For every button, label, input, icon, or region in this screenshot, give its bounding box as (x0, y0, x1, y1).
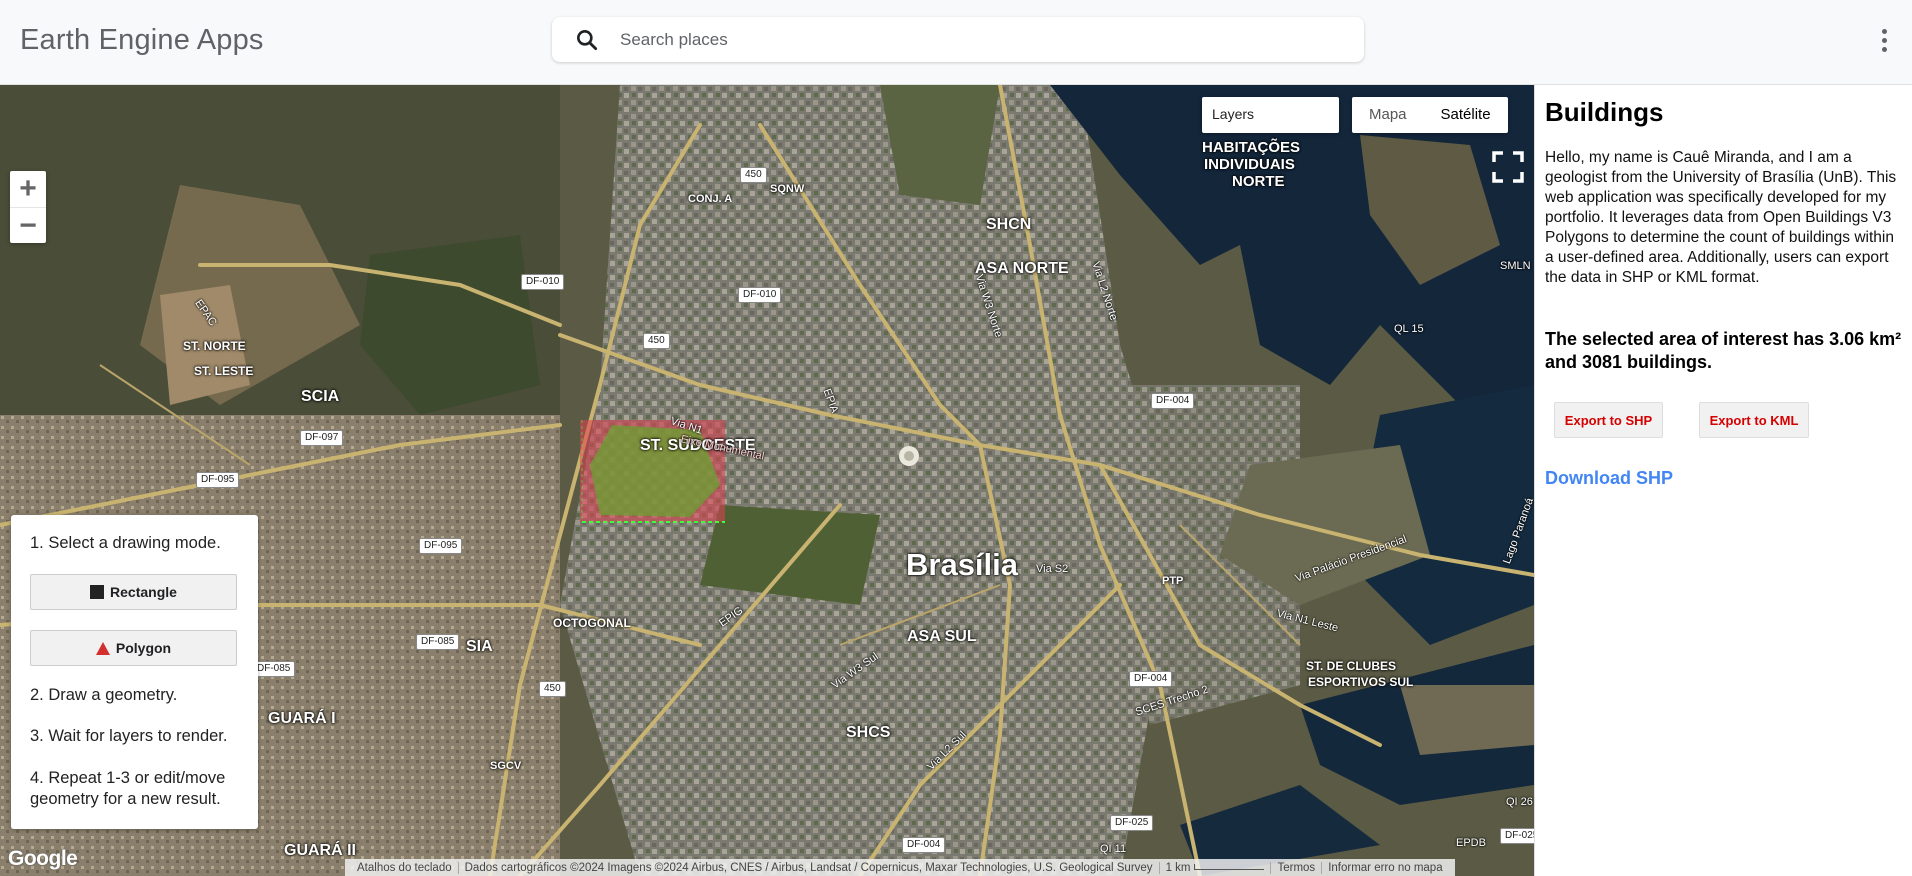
map-label-st-clubes-1: ST. DE CLUBES (1306, 659, 1397, 673)
map-type-control: Mapa Satélite (1352, 97, 1508, 133)
road-label-via-s2: Via S2 (1036, 563, 1069, 575)
map-data-attribution: Dados cartográficos ©2024 Imagens ©2024 … (459, 861, 1160, 874)
search-input[interactable] (620, 23, 1340, 56)
road-shield: DF-097 (300, 430, 344, 446)
polygon-mode-button[interactable]: Polygon (30, 630, 237, 666)
map-label-scia: SCIA (301, 388, 340, 405)
map-type-map-button[interactable]: Mapa (1352, 97, 1424, 133)
map-canvas[interactable]: Brasília ASA NORTE ASA SUL SHCN SHCS ST.… (0, 85, 1534, 876)
map-label-habitacoes-3: NORTE (1232, 173, 1285, 190)
map-label-habitacoes-2: INDIVIDUAIS (1204, 156, 1295, 173)
report-error-link[interactable]: Informar erro no mapa (1322, 862, 1448, 874)
map-label-sia: SIA (466, 638, 493, 655)
layers-dropdown[interactable]: Layers (1202, 97, 1339, 133)
map-label-ptp: PTP (1162, 575, 1184, 587)
map-label-habitacoes-1: HABITAÇÕES (1202, 139, 1301, 156)
search-box[interactable] (552, 17, 1364, 62)
app-header: Earth Engine Apps (0, 0, 1912, 85)
map-label-conj-a: CONJ. A (688, 193, 733, 205)
road-shield: DF-004 (902, 837, 946, 853)
road-shield: DF-025 (1110, 815, 1154, 831)
map-label-shcn: SHCN (986, 216, 1032, 233)
rectangle-mode-button[interactable]: Rectangle (30, 574, 237, 610)
road-shield: DF-085 (416, 634, 460, 650)
zoom-out-button[interactable]: − (10, 207, 46, 243)
fullscreen-icon[interactable] (1488, 147, 1528, 187)
map-label-st-clubes-2: ESPORTIVOS SUL (1308, 675, 1414, 689)
map-label-st-leste: ST. LESTE (194, 364, 254, 378)
road-shield: DF-095 (419, 538, 463, 554)
map-label-st-norte: ST. NORTE (183, 339, 246, 353)
map-label-guara-i: GUARÁ I (268, 710, 336, 727)
search-icon[interactable] (574, 27, 600, 53)
drawing-instructions-panel: 1. Select a drawing mode. Rectangle Poly… (11, 515, 258, 829)
export-shp-button[interactable]: Export to SHP (1554, 402, 1663, 438)
map-label-asa-sul: ASA SUL (907, 628, 977, 645)
map-label-brasilia: Brasília (906, 547, 1019, 582)
scale-bar[interactable]: 1 km (1160, 861, 1272, 874)
result-summary: The selected area of interest has 3.06 k… (1545, 329, 1902, 372)
map-label-asa-norte: ASA NORTE (975, 260, 1069, 277)
map-label-shcs: SHCS (846, 724, 891, 741)
zoom-in-button[interactable]: + (10, 171, 46, 207)
map-label-ql15: QL 15 (1394, 323, 1424, 335)
export-kml-button[interactable]: Export to KML (1699, 402, 1809, 438)
app-title: Earth Engine Apps (20, 24, 264, 56)
panel-description: Hello, my name is Cauê Miranda, and I am… (1545, 149, 1897, 286)
panel-title: Buildings (1545, 97, 1664, 127)
instruction-step-1: 1. Select a drawing mode. (30, 534, 221, 552)
more-options-icon[interactable] (1872, 26, 1896, 56)
road-shield: DF-010 (521, 274, 565, 290)
rectangle-button-label: Rectangle (110, 584, 177, 600)
download-shp-link[interactable]: Download SHP (1545, 468, 1673, 489)
map-label-qi11: QI 11 (1100, 843, 1127, 855)
road-shield: DF-085 (252, 661, 296, 677)
road-shield: DF-004 (1129, 671, 1173, 687)
google-logo: Google (8, 847, 78, 870)
scale-label: 1 km (1165, 861, 1191, 874)
road-shield: 450 (740, 167, 767, 183)
polygon-button-label: Polygon (115, 640, 172, 656)
terms-link[interactable]: Termos (1271, 861, 1323, 874)
map-label-smln: SMLN (1500, 260, 1531, 272)
instruction-step-2: 2. Draw a geometry. (30, 686, 178, 704)
map-label-epdb: EPDB (1456, 837, 1486, 849)
zoom-control: + − (10, 171, 46, 243)
road-shield: 450 (643, 333, 670, 349)
map-label-sqnw: SQNW (770, 183, 805, 195)
road-shield: 450 (539, 681, 566, 697)
instruction-step-4: 4. Repeat 1-3 or edit/move geometry for … (30, 769, 226, 808)
rectangle-icon (90, 585, 105, 599)
map-label-qi26: QI 26 (1506, 796, 1533, 808)
map-label-sgcv: SGCV (490, 760, 522, 772)
triangle-icon (95, 641, 110, 655)
map-attribution: Atalhos do teclado Dados cartográficos ©… (345, 859, 1455, 876)
map-label-octogonal: OCTOGONAL (553, 616, 631, 630)
instruction-step-3: 3. Wait for layers to render. (30, 727, 228, 745)
road-shield: DF-010 (738, 287, 782, 303)
road-shield: DF-025 (1500, 828, 1534, 844)
keyboard-shortcuts-link[interactable]: Atalhos do teclado (351, 861, 459, 874)
road-shield: DF-095 (196, 472, 240, 488)
road-shield: DF-004 (1151, 393, 1195, 409)
map-type-satellite-button[interactable]: Satélite (1424, 97, 1508, 133)
info-panel: Buildings Hello, my name is Cauê Miranda… (1534, 85, 1912, 876)
map-label-guara-ii: GUARÁ II (284, 842, 356, 859)
